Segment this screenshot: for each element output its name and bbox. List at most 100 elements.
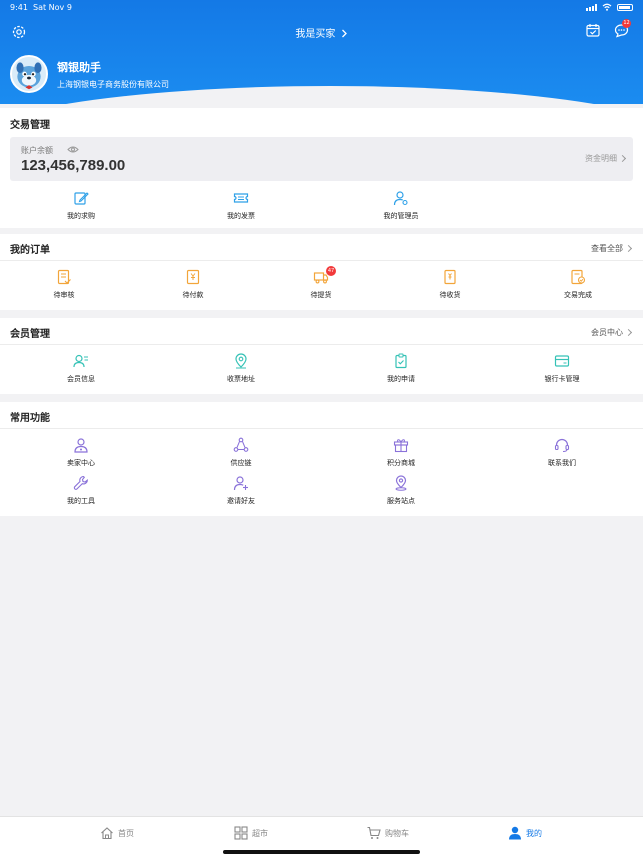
order-item-label: 待提货: [310, 291, 332, 299]
grid-icon: [234, 826, 248, 840]
member-item-application[interactable]: 我的申请: [356, 353, 446, 384]
status-icons: [586, 3, 633, 11]
avatar[interactable]: [10, 55, 48, 93]
home-icon: [101, 827, 113, 840]
balance-label: 账户余额: [21, 146, 53, 155]
signal-icon: [586, 3, 597, 11]
role-switch[interactable]: 我是买家: [0, 25, 643, 40]
common-item-invite[interactable]: 邀请好友: [196, 475, 286, 506]
membership-section-title: 会员管理: [10, 329, 50, 340]
profile-name: 钢银助手: [57, 61, 101, 74]
headset-icon: [554, 438, 570, 452]
common-section-title: 常用功能: [10, 413, 50, 424]
person-icon: [509, 826, 521, 840]
tab-label: 首页: [118, 828, 134, 838]
admin-icon: [393, 191, 408, 206]
supply-chain-icon: [233, 437, 249, 452]
message-badge: 12: [622, 19, 631, 28]
trade-item-label: 我的求购: [67, 212, 95, 220]
order-item-payment[interactable]: 待付款: [148, 269, 238, 300]
member-item-bank-card[interactable]: 银行卡管理: [517, 353, 607, 384]
view-all-orders-label: 查看全部: [591, 244, 623, 253]
trade-section-title: 交易管理: [10, 120, 50, 131]
review-icon: [57, 269, 71, 285]
location-icon: [235, 353, 247, 369]
order-item-complete[interactable]: 交易完成: [533, 269, 623, 300]
order-item-label: 交易完成: [564, 291, 592, 299]
service-point-icon: [395, 475, 407, 491]
common-item-label: 供应链: [230, 459, 252, 467]
application-icon: [395, 353, 407, 369]
view-all-orders-link[interactable]: 查看全部: [591, 243, 633, 254]
complete-icon: [571, 269, 586, 285]
eye-icon[interactable]: [67, 145, 79, 154]
status-bar: 9:41 Sat Nov 9: [0, 0, 643, 16]
member-item-label: 收票地址: [227, 375, 255, 383]
mascot-icon: [12, 57, 46, 91]
common-item-supply-chain[interactable]: 供应链: [196, 437, 286, 468]
member-item-info[interactable]: 会员信息: [36, 353, 126, 384]
member-info-icon: [73, 354, 88, 368]
wifi-icon: [602, 3, 612, 11]
order-item-label: 待收货: [439, 291, 461, 299]
common-item-tools[interactable]: 我的工具: [36, 475, 126, 506]
balance-box: 账户余额 123,456,789.00 资金明细: [10, 137, 633, 181]
tab-cart[interactable]: 购物车: [367, 826, 409, 840]
role-switch-label[interactable]: 我是买家: [295, 29, 335, 40]
order-item-label: 待审核: [53, 291, 75, 299]
trade-item-admin[interactable]: 我的管理员: [356, 190, 446, 221]
pickup-badge: 47: [326, 266, 336, 276]
member-item-address[interactable]: 收票地址: [196, 353, 286, 384]
invite-icon: [233, 476, 248, 491]
common-item-points-mall[interactable]: 积分商城: [356, 437, 446, 468]
section-divider: [0, 260, 643, 261]
order-item-review[interactable]: 待审核: [19, 269, 109, 300]
member-center-link[interactable]: 会员中心: [591, 327, 633, 338]
member-item-label: 会员信息: [67, 375, 95, 383]
trade-item-invoice[interactable]: 我的发票: [196, 190, 286, 221]
receive-icon: [444, 269, 456, 285]
order-item-receive[interactable]: 待收货: [405, 269, 495, 300]
member-item-label: 银行卡管理: [544, 375, 580, 383]
common-item-label: 积分商城: [387, 459, 415, 467]
chevron-right-icon: [341, 29, 347, 38]
trade-item-purchase[interactable]: 我的求购: [36, 190, 126, 221]
orders-section-title: 我的订单: [10, 245, 50, 256]
common-item-label: 卖家中心: [67, 459, 95, 467]
tab-mine[interactable]: 我的: [508, 826, 542, 840]
payment-icon: [186, 269, 200, 285]
balance-value: 123,456,789.00: [21, 157, 126, 174]
order-item-label: 待付款: [182, 291, 204, 299]
chevron-right-icon: [624, 244, 633, 253]
top-nav: 我是买家 12: [0, 19, 643, 44]
edit-icon: [74, 192, 89, 205]
order-item-pickup[interactable]: 待提货 47: [276, 266, 366, 300]
orders-section: 我的订单 查看全部 待审核 待付款 待提货 47 待收货 交易完成: [0, 234, 643, 310]
wrench-icon: [73, 475, 88, 490]
seller-icon: [74, 438, 88, 453]
common-item-service-point[interactable]: 服务站点: [356, 475, 446, 506]
tab-label: 购物车: [385, 828, 409, 838]
home-indicator: [223, 850, 420, 854]
section-divider: [0, 344, 643, 345]
section-divider: [0, 428, 643, 429]
tab-label: 超市: [252, 828, 268, 838]
tab-home[interactable]: 首页: [100, 826, 134, 840]
profile-company: 上海钢银电子商务股份有限公司: [57, 80, 169, 89]
fund-details-link[interactable]: 资金明细: [585, 153, 627, 164]
common-item-label: 联系我们: [548, 459, 576, 467]
chevron-right-icon: [618, 154, 627, 163]
gift-icon: [393, 439, 409, 453]
trade-item-label: 我的管理员: [383, 212, 419, 220]
common-item-seller[interactable]: 卖家中心: [36, 437, 126, 468]
tab-market[interactable]: 超市: [234, 826, 268, 840]
common-item-contact[interactable]: 联系我们: [517, 437, 607, 468]
chevron-right-icon: [624, 328, 633, 337]
common-item-label: 邀请好友: [227, 497, 255, 505]
fund-details-label: 资金明细: [585, 154, 617, 163]
member-item-label: 我的申请: [387, 375, 415, 383]
battery-icon: [617, 3, 633, 11]
calendar-icon[interactable]: [586, 23, 600, 37]
common-item-label: 服务站点: [387, 497, 415, 505]
status-date: Sat Nov 9: [33, 3, 72, 12]
